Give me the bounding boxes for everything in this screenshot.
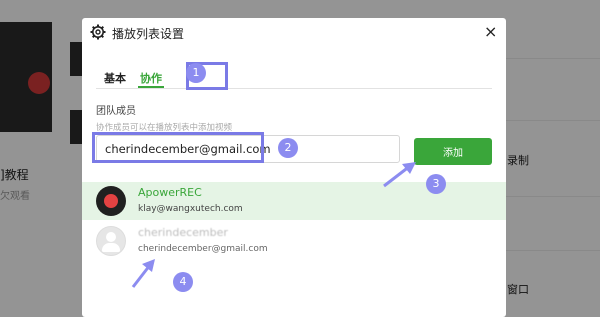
add-button[interactable]: 添加 [414, 138, 492, 165]
member-name: ApowerREC [138, 186, 202, 199]
avatar [96, 226, 126, 256]
highlight-box-input [92, 132, 264, 163]
step-badge: 3 [426, 174, 446, 194]
step-badge: 1 [186, 63, 206, 83]
member-name: cherindecember [138, 226, 228, 239]
dialog-header: 播放列表设置 × [82, 18, 506, 48]
step-badge: 2 [278, 138, 298, 158]
dialog-title: 播放列表设置 [112, 27, 185, 41]
arrow-icon [383, 162, 416, 188]
arrow-icon [131, 259, 155, 288]
member-email: klay@wangxutech.com [138, 204, 243, 214]
avatar [96, 186, 126, 216]
step-badge: 4 [173, 272, 193, 292]
user-icon-body [102, 243, 120, 252]
user-icon [106, 232, 116, 242]
gear-icon [90, 24, 106, 40]
member-row[interactable]: cherindecember cherindecember@gmail.com [82, 222, 506, 260]
member-email: cherindecember@gmail.com [138, 244, 268, 254]
close-icon[interactable]: × [484, 23, 497, 41]
tab-basic[interactable]: 基本 [104, 70, 126, 86]
section-title: 团队成员 [96, 106, 136, 117]
tab-collaboration[interactable]: 协作 [140, 70, 162, 86]
tabs-divider [96, 88, 492, 89]
